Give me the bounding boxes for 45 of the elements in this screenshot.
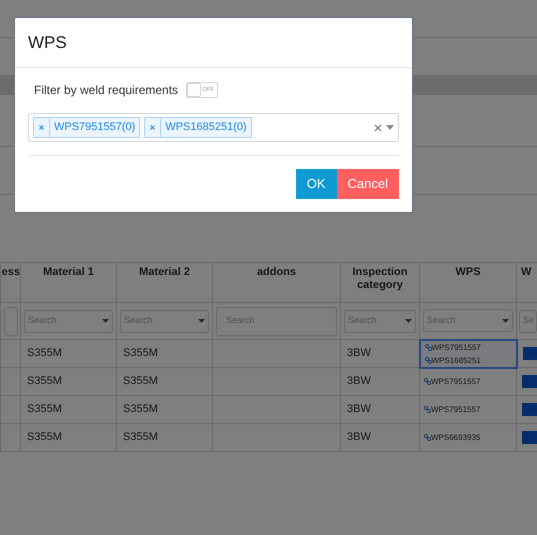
close-icon[interactable] — [39, 125, 44, 130]
table-cell: S355M — [123, 347, 158, 360]
column-header: addons — [256, 266, 296, 278]
close-icon[interactable] — [150, 125, 156, 130]
table-cell: S355M — [123, 375, 158, 388]
table-cell: 3BW — [347, 375, 371, 388]
column-header: WPS — [455, 266, 481, 278]
column-header: Inspection category — [351, 266, 408, 292]
link-icon — [424, 378, 431, 386]
column-header: ess — [2, 266, 20, 278]
caret-icon — [502, 318, 509, 323]
column-header: Material 2 — [139, 266, 190, 278]
modal-title: WPS — [28, 32, 67, 54]
table-cell: S355M — [27, 347, 62, 360]
clear-icon[interactable] — [374, 124, 382, 132]
link-icon — [424, 356, 432, 364]
column-header: Material 1 — [43, 266, 94, 278]
wps-link[interactable]: WPS7951557 — [432, 340, 481, 354]
status-bar — [522, 347, 537, 360]
link-icon — [424, 344, 432, 350]
table-cell: 3BW — [347, 403, 371, 416]
table-cell: S355M — [27, 403, 62, 416]
wps-link[interactable]: WPS1685251 — [432, 354, 481, 366]
wps-multiselect[interactable]: WPS7951557(0) WPS1685251(0) — [28, 113, 399, 142]
link-icon — [424, 406, 431, 413]
table-cell: 3BW — [347, 347, 371, 360]
tag-label: WPS7951557(0) — [53, 120, 136, 136]
cancel-button[interactable]: Cancel — [336, 169, 399, 199]
status-bar — [522, 375, 537, 388]
caret-icon — [198, 319, 205, 323]
caret-icon — [405, 319, 412, 323]
link-icon — [424, 434, 431, 441]
table-cell: S355M — [123, 403, 158, 416]
status-bar — [522, 431, 537, 444]
caret-icon — [102, 319, 109, 323]
ok-button[interactable]: OK — [296, 169, 337, 199]
table-cell: S355M — [27, 431, 62, 444]
table-cell: 3BW — [347, 431, 371, 444]
toggle-label: Filter by weld requirements — [34, 82, 178, 99]
status-bar — [522, 403, 537, 416]
table-cell: S355M — [123, 431, 158, 444]
column-header: W — [521, 266, 532, 278]
caret-icon[interactable] — [386, 125, 394, 130]
table-cell: S355M — [27, 375, 62, 388]
tag-label: WPS1685251(0) — [164, 120, 248, 136]
